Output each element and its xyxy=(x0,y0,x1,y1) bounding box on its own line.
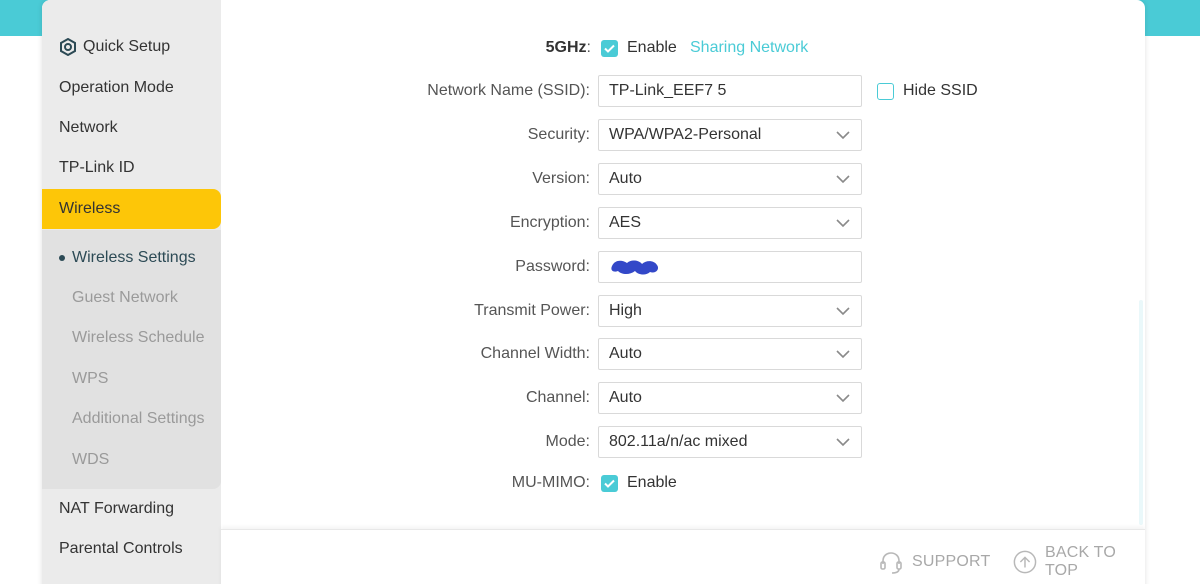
band-enable-checkbox[interactable]: Enable xyxy=(601,32,677,64)
encryption-select[interactable]: AES xyxy=(598,207,862,239)
checkbox-checked-icon xyxy=(601,39,618,57)
checkbox-checked-icon xyxy=(601,474,618,492)
headset-icon xyxy=(880,552,902,574)
password-input[interactable] xyxy=(598,251,862,283)
wireless-submenu: Wireless Settings Guest Network Wireless… xyxy=(42,230,221,489)
sidebar-item-wireless[interactable]: Wireless xyxy=(42,189,221,229)
submenu-item-guest-network[interactable]: Guest Network xyxy=(42,278,221,318)
sidebar-item-operation-mode[interactable]: Operation Mode xyxy=(42,68,221,108)
sidebar-item-label: Operation Mode xyxy=(59,79,174,96)
mu-mimo-enable-checkbox[interactable]: Enable xyxy=(601,467,677,499)
sidebar-item-label: TP-Link ID xyxy=(59,159,135,176)
sidebar-item-parental-controls[interactable]: Parental Controls xyxy=(42,529,221,569)
hide-ssid-checkbox[interactable]: Hide SSID xyxy=(877,75,978,107)
redaction-scribble xyxy=(611,260,659,275)
security-label: Security: xyxy=(527,126,590,143)
encryption-value: AES xyxy=(609,214,642,231)
support-button[interactable]: SUPPORT xyxy=(878,548,990,576)
encryption-label: Encryption: xyxy=(509,214,590,231)
wireless-settings-form: 5GHz: Enable Sharing Network Network Nam… xyxy=(221,0,1145,584)
version-label: Version: xyxy=(532,170,590,187)
version-row: Version: Auto xyxy=(221,163,1145,195)
sidebar-item-label: Network xyxy=(59,119,118,136)
support-label: SUPPORT xyxy=(912,553,991,570)
active-dot-icon xyxy=(59,255,65,261)
hide-ssid-label: Hide SSID xyxy=(903,82,978,99)
submenu-item-wds[interactable]: WDS xyxy=(42,440,221,480)
band-row: 5GHz: Enable Sharing Network xyxy=(221,32,1145,64)
checkbox-unchecked-icon xyxy=(877,82,894,100)
channel-value: Auto xyxy=(609,389,642,406)
version-value: Auto xyxy=(609,170,642,187)
sidebar-item-nat-forwarding[interactable]: NAT Forwarding xyxy=(42,489,221,529)
back-to-top-label: BACK TO TOP xyxy=(1044,544,1117,579)
ssid-input[interactable]: TP-Link_EEF7 5 xyxy=(598,75,862,107)
submenu-item-label: WPS xyxy=(72,370,109,387)
chevron-down-icon xyxy=(836,175,850,184)
chevron-down-icon xyxy=(836,350,850,359)
chevron-down-icon xyxy=(836,394,850,403)
security-row: Security: WPA/WPA2-Personal xyxy=(221,119,1145,151)
sidebar-nav: Quick Setup Operation Mode Network TP-Li… xyxy=(42,0,221,584)
channel-row: Channel: Auto xyxy=(221,382,1145,414)
back-to-top-button[interactable]: BACK TO TOP xyxy=(1013,544,1145,579)
page-footer: SUPPORT BACK TO TOP xyxy=(221,529,1145,584)
chevron-down-icon xyxy=(836,307,850,316)
mu-mimo-enable-label: Enable xyxy=(627,474,677,491)
band-enable-label: Enable xyxy=(627,39,677,56)
arrow-up-circle-icon xyxy=(1013,550,1037,574)
channel-width-value: Auto xyxy=(609,345,642,362)
ssid-row: Network Name (SSID): TP-Link_EEF7 5 Hide… xyxy=(221,75,1145,107)
transmit-power-row: Transmit Power: High xyxy=(221,295,1145,327)
submenu-item-additional-settings[interactable]: Additional Settings xyxy=(42,399,221,439)
submenu-item-wps[interactable]: WPS xyxy=(42,359,221,399)
gear-icon xyxy=(59,38,77,56)
chevron-down-icon xyxy=(836,131,850,140)
submenu-item-label: Guest Network xyxy=(72,289,178,306)
sidebar-item-quick-setup[interactable]: Quick Setup xyxy=(42,27,221,67)
sharing-network-link[interactable]: Sharing Network xyxy=(690,32,808,64)
version-select[interactable]: Auto xyxy=(598,163,862,195)
submenu-item-wireless-schedule[interactable]: Wireless Schedule xyxy=(42,318,221,358)
ssid-label: Network Name (SSID): xyxy=(427,82,590,99)
mu-mimo-label: MU-MIMO: xyxy=(511,474,590,491)
sidebar-item-label: Wireless xyxy=(59,200,121,217)
mode-value: 802.11a/n/ac mixed xyxy=(609,433,748,450)
mode-select[interactable]: 802.11a/n/ac mixed xyxy=(598,426,862,458)
channel-select[interactable]: Auto xyxy=(598,382,862,414)
scrollbar[interactable] xyxy=(1139,300,1143,525)
password-row: Password: xyxy=(221,251,1145,283)
submenu-item-label: WDS xyxy=(72,451,110,468)
security-value: WPA/WPA2-Personal xyxy=(609,126,762,143)
main-panel: Quick Setup Operation Mode Network TP-Li… xyxy=(42,0,1145,584)
sidebar-item-tplink-id[interactable]: TP-Link ID xyxy=(42,148,221,188)
mu-mimo-row: MU-MIMO: Enable xyxy=(221,467,1145,499)
mode-label: Mode: xyxy=(545,433,590,450)
sidebar-item-network[interactable]: Network xyxy=(42,108,221,148)
channel-width-row: Channel Width: Auto xyxy=(221,338,1145,370)
chevron-down-icon xyxy=(836,438,850,447)
submenu-item-wireless-settings[interactable]: Wireless Settings xyxy=(42,238,221,278)
band-label: 5GHz: xyxy=(545,39,591,56)
submenu-item-label: Wireless Schedule xyxy=(72,329,205,346)
channel-width-select[interactable]: Auto xyxy=(598,338,862,370)
mode-row: Mode: 802.11a/n/ac mixed xyxy=(221,426,1145,458)
sidebar-item-label: NAT Forwarding xyxy=(59,500,174,517)
channel-width-label: Channel Width: xyxy=(480,345,590,362)
transmit-power-label: Transmit Power: xyxy=(474,302,590,319)
chevron-down-icon xyxy=(836,219,850,228)
submenu-item-label: Additional Settings xyxy=(72,410,205,427)
transmit-power-value: High xyxy=(609,302,642,319)
sidebar-item-label: Parental Controls xyxy=(59,540,183,557)
channel-label: Channel: xyxy=(525,389,590,406)
password-label: Password: xyxy=(515,258,590,275)
transmit-power-select[interactable]: High xyxy=(598,295,862,327)
encryption-row: Encryption: AES xyxy=(221,207,1145,239)
security-select[interactable]: WPA/WPA2-Personal xyxy=(598,119,862,151)
submenu-item-label: Wireless Settings xyxy=(72,249,196,266)
sidebar-item-label: Quick Setup xyxy=(83,38,171,55)
